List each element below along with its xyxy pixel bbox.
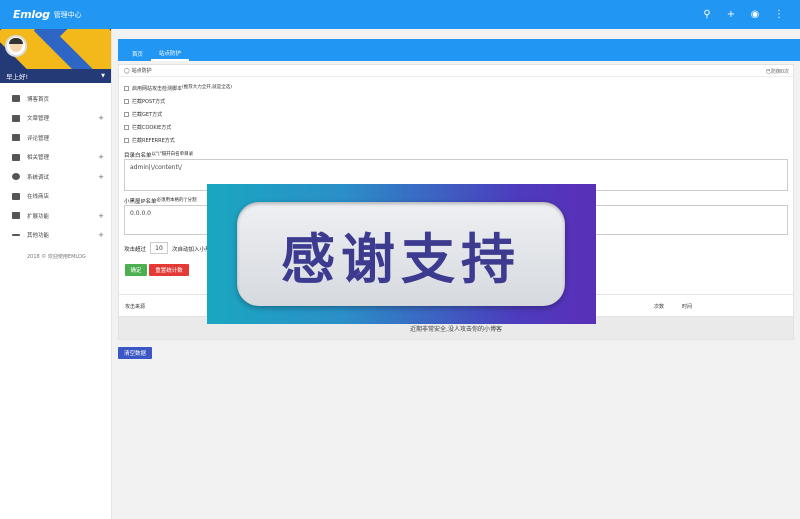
panel-title: 站点防护 bbox=[131, 68, 152, 74]
plus-icon[interactable]: + bbox=[726, 9, 736, 20]
checkbox[interactable] bbox=[124, 125, 129, 130]
monitor-icon bbox=[12, 95, 20, 103]
confirm-button[interactable]: 确定 bbox=[125, 264, 147, 276]
whitelist-label: 目录白名单以"|"隔开白名单目录 bbox=[124, 152, 194, 159]
sidebar-item-related[interactable]: 相关管理 + bbox=[0, 148, 111, 168]
column-source: 攻击来源 bbox=[125, 304, 146, 310]
panel-header: ◯ 站点防护 已防御0次 bbox=[119, 65, 793, 77]
sidebar-item-system[interactable]: 系统调试 + bbox=[0, 167, 111, 187]
thanks-overlay-image: 感谢支持 bbox=[207, 184, 596, 324]
extension-icon bbox=[12, 212, 20, 220]
expand-icon: + bbox=[98, 153, 104, 162]
checkbox[interactable] bbox=[124, 112, 129, 117]
sidebar-item-store[interactable]: 在线商店 bbox=[0, 187, 111, 207]
avatar[interactable] bbox=[5, 35, 27, 57]
option-block-cookie[interactable]: 拦截COOKIE方式 bbox=[124, 124, 171, 131]
tab-site-protection[interactable]: 站点防护 bbox=[151, 47, 190, 61]
tab-home[interactable]: 首页 bbox=[124, 47, 151, 61]
column-count: 次数 bbox=[654, 304, 665, 310]
column-time: 时间 bbox=[682, 304, 693, 310]
top-bar: Emlog 管理中心 ⚲ + ◉ ⋮ bbox=[0, 0, 800, 29]
document-icon bbox=[12, 114, 20, 122]
expand-icon: + bbox=[98, 231, 104, 240]
caret-down-icon: ▼ bbox=[101, 73, 105, 79]
blacklist-label: 小黑屋IP名单必须用本格的'|'分割 bbox=[124, 198, 197, 205]
gear-icon bbox=[12, 173, 20, 181]
sidebar-footer: 2018 © 欢迎使用EMLOG bbox=[27, 254, 86, 260]
shield-icon: ◯ bbox=[124, 67, 130, 74]
sidebar-menu: 博客首页 文章管理 + 评论管理 相关管理 + 系统调试 + 在线商店 扩展功能 + 其… bbox=[0, 89, 111, 245]
sidebar: 早上好! ▼ 博客首页 文章管理 + 评论管理 相关管理 + 系统调试 + 在线商店 … bbox=[0, 29, 112, 519]
app-title: 管理中心 bbox=[53, 10, 82, 19]
clear-data-button[interactable]: 清空数据 bbox=[118, 347, 152, 359]
palette-icon[interactable]: ◉ bbox=[750, 9, 760, 20]
checkbox[interactable] bbox=[124, 138, 129, 143]
user-menu[interactable]: 早上好! ▼ bbox=[0, 69, 111, 83]
thanks-text: 感谢支持 bbox=[281, 227, 521, 291]
attack-threshold-prefix: 攻击超过 bbox=[124, 247, 147, 253]
defense-count: 已防御0次 bbox=[765, 69, 789, 75]
attack-threshold-suffix: 次自动加入小黑 bbox=[172, 247, 211, 253]
tab-bar: 首页 站点防护 bbox=[118, 39, 800, 61]
attack-threshold-input[interactable]: 10 bbox=[150, 242, 168, 254]
thanks-card: 感谢支持 bbox=[237, 202, 565, 306]
user-banner bbox=[0, 29, 111, 69]
more-vert-icon[interactable]: ⋮ bbox=[774, 9, 784, 20]
store-icon bbox=[12, 192, 20, 200]
option-block-referre[interactable]: 拦截REFERRE方式 bbox=[124, 137, 175, 144]
expand-icon: + bbox=[98, 211, 104, 220]
reset-stats-button[interactable]: 重置统计数 bbox=[149, 264, 189, 276]
top-icons: ⚲ + ◉ ⋮ bbox=[702, 0, 784, 29]
greeting: 早上好! bbox=[6, 73, 29, 81]
sidebar-item-articles[interactable]: 文章管理 + bbox=[0, 109, 111, 129]
checkbox[interactable] bbox=[124, 99, 129, 104]
sidebar-item-other[interactable]: 其他功能 + bbox=[0, 226, 111, 246]
expand-icon: + bbox=[98, 114, 104, 123]
list-icon bbox=[12, 153, 20, 161]
search-icon[interactable]: ⚲ bbox=[702, 9, 712, 20]
option-block-get[interactable]: 拦截GET方式 bbox=[124, 111, 162, 118]
sidebar-item-extensions[interactable]: 扩展功能 + bbox=[0, 206, 111, 226]
expand-icon: + bbox=[98, 172, 104, 181]
checkbox[interactable] bbox=[124, 86, 129, 91]
sidebar-item-home[interactable]: 博客首页 bbox=[0, 89, 111, 109]
comment-icon bbox=[12, 134, 20, 142]
option-block-post[interactable]: 拦截POST方式 bbox=[124, 98, 165, 105]
more-icon bbox=[12, 234, 20, 237]
logo[interactable]: Emlog bbox=[13, 8, 50, 21]
sidebar-item-comments[interactable]: 评论管理 bbox=[0, 128, 111, 148]
option-enable-detection[interactable]: 启用网站攻击检测脚本 (推荐大力全开,就是全选) bbox=[124, 85, 232, 92]
